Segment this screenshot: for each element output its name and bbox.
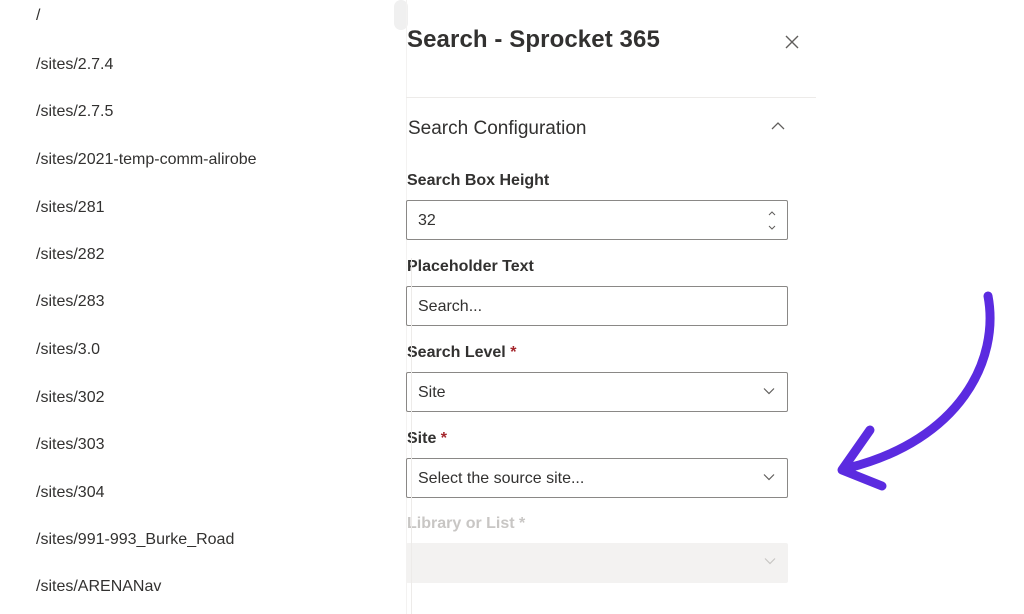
search-box-height-value: 32 (418, 212, 436, 229)
search-level-label-text: Search Level (407, 344, 506, 361)
curved-arrow-icon (837, 291, 995, 491)
chevron-down-icon (763, 388, 775, 395)
section-header-search-configuration[interactable]: Search Configuration (406, 114, 790, 144)
required-marker: * (440, 430, 448, 447)
site-label: Site * (407, 430, 447, 448)
chevron-down-icon (764, 558, 776, 565)
chevron-down-icon (763, 474, 775, 481)
library-or-list-dropdown (406, 543, 788, 583)
list-item[interactable]: /sites/3.0 (36, 340, 100, 360)
search-level-label: Search Level * (407, 344, 516, 362)
list-item[interactable]: /sites/2.7.5 (36, 102, 113, 122)
site-placeholder: Select the source site... (418, 470, 585, 487)
header-divider (406, 97, 816, 98)
search-box-height-label: Search Box Height (407, 172, 550, 189)
chevron-up-icon (771, 122, 785, 130)
search-level-value: Site (418, 384, 446, 401)
list-item[interactable]: /sites/283 (36, 292, 104, 312)
search-level-dropdown[interactable]: Site (406, 372, 788, 412)
site-dropdown[interactable]: Select the source site... (406, 458, 788, 498)
panel-title: Search - Sprocket 365 (407, 26, 660, 53)
placeholder-text-value: Search... (418, 298, 483, 315)
list-item[interactable]: /sites/2021-temp-comm-alirobe (36, 150, 257, 170)
property-panel: Search - Sprocket 365 Search Configurati… (406, 0, 826, 614)
library-or-list-label: Library or List * (407, 515, 525, 533)
list-item[interactable]: /sites/2.7.4 (36, 55, 113, 75)
panel-edge (411, 258, 412, 614)
search-box-height-input[interactable]: 32 (406, 200, 788, 240)
site-list: / /sites/2.7.4 /sites/2.7.5 /sites/2021-… (0, 0, 395, 614)
list-item[interactable]: / (36, 6, 40, 26)
list-item[interactable]: /sites/302 (36, 388, 104, 408)
spin-buttons-icon[interactable] (767, 206, 777, 234)
list-item[interactable]: /sites/ARENANav (36, 577, 161, 597)
list-item[interactable]: /sites/304 (36, 483, 104, 503)
list-item[interactable]: /sites/303 (36, 435, 104, 455)
placeholder-text-input[interactable]: Search... (406, 286, 788, 326)
close-icon (785, 35, 799, 49)
library-or-list-label-text: Library or List (407, 515, 515, 532)
section-title: Search Configuration (408, 118, 587, 139)
required-marker: * (519, 515, 526, 532)
placeholder-text-label: Placeholder Text (407, 258, 534, 275)
required-marker: * (510, 344, 517, 361)
close-button[interactable] (780, 30, 804, 54)
list-item[interactable]: /sites/281 (36, 198, 104, 218)
list-item[interactable]: /sites/991-993_Burke_Road (36, 530, 234, 550)
list-item[interactable]: /sites/282 (36, 245, 104, 265)
